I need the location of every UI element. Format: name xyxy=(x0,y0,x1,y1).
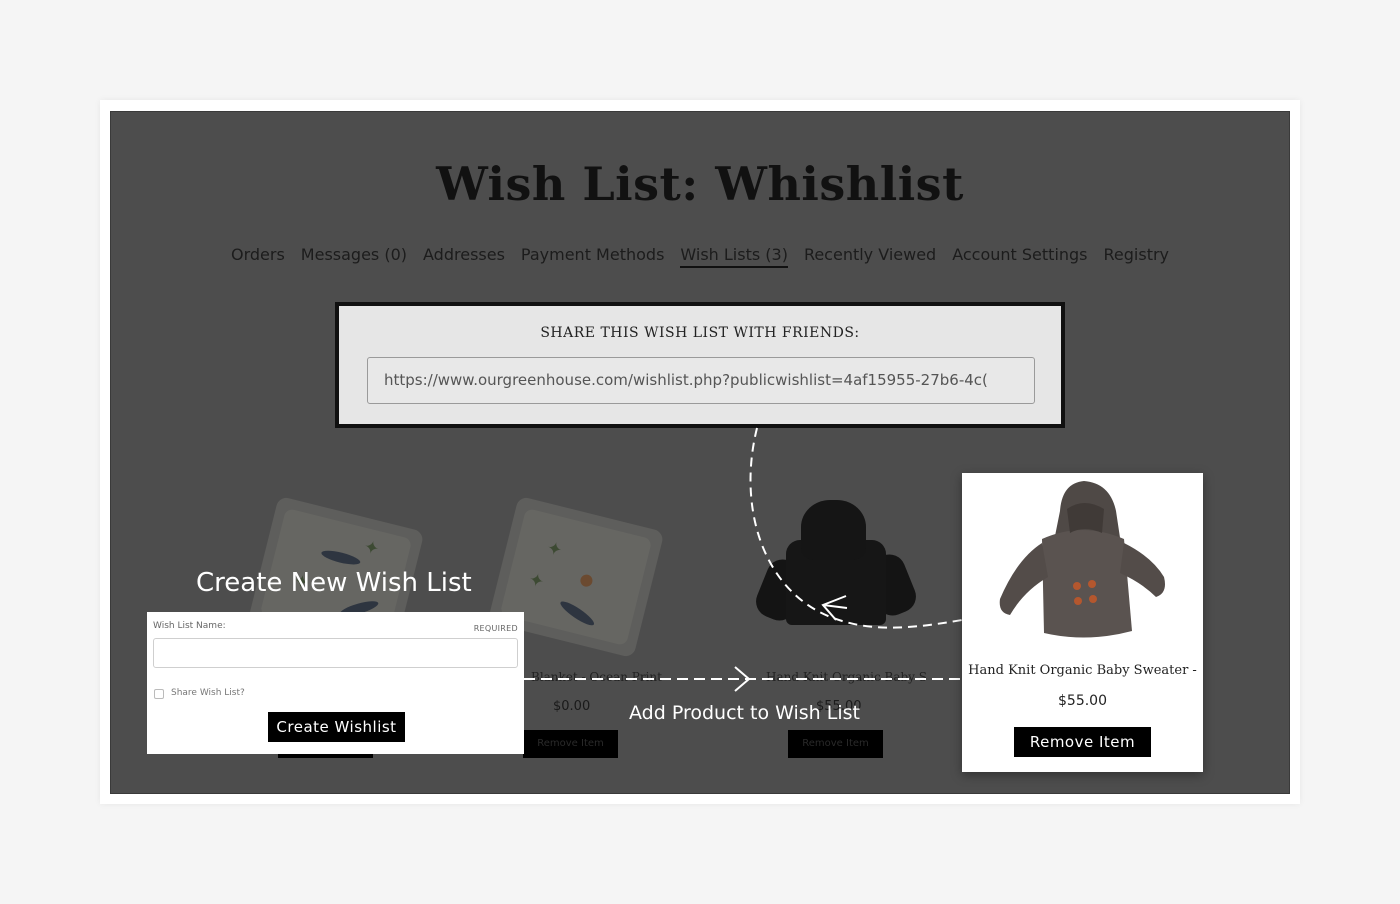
nav-item-messages[interactable]: Messages (0) xyxy=(301,245,407,268)
product-image-dark-sweater xyxy=(751,500,921,630)
remove-item-button[interactable]: Remove Item xyxy=(523,730,618,758)
product-image-sweater xyxy=(999,481,1165,638)
create-wishlist-heading: Create New Wish List xyxy=(196,568,472,598)
remove-item-button[interactable]: Remove Item xyxy=(788,730,883,758)
nav-item-account-settings[interactable]: Account Settings xyxy=(952,245,1087,268)
create-wishlist-form: Wish List Name: REQUIRED Share Wish List… xyxy=(147,612,524,754)
nav-item-recently-viewed[interactable]: Recently Viewed xyxy=(804,245,936,268)
nav-item-addresses[interactable]: Addresses xyxy=(423,245,505,268)
product-price: $55.00 xyxy=(1058,693,1107,709)
share-wishlist-checkbox[interactable] xyxy=(154,689,164,699)
nav-item-orders[interactable]: Orders xyxy=(231,245,285,268)
required-label: REQUIRED xyxy=(473,624,518,633)
product-price: $0.00 xyxy=(553,699,591,714)
share-url-field[interactable]: https://www.ourgreenhouse.com/wishlist.p… xyxy=(367,357,1035,404)
share-wishlist-label: Share Wish List? xyxy=(171,688,245,698)
nav-item-payment-methods[interactable]: Payment Methods xyxy=(521,245,664,268)
dim-product-title: Blanket - Ocean Print xyxy=(531,670,662,684)
share-wishlist-panel: SHARE THIS WISH LIST WITH FRIENDS: https… xyxy=(335,302,1065,428)
page-title: Wish List: Whishlist xyxy=(436,157,964,211)
nav-item-registry[interactable]: Registry xyxy=(1104,245,1170,268)
wishlist-name-label: Wish List Name: xyxy=(153,621,226,631)
highlighted-product-card: Hand Knit Organic Baby Sweater - $55.00 … xyxy=(962,473,1203,772)
remove-item-button[interactable]: Remove Item xyxy=(1014,727,1151,757)
share-heading: SHARE THIS WISH LIST WITH FRIENDS: xyxy=(540,325,860,341)
account-page-dimmed: Wish List: Whishlist Orders Messages (0)… xyxy=(110,111,1290,794)
account-nav: Orders Messages (0) Addresses Payment Me… xyxy=(111,245,1289,268)
wishlist-name-input[interactable] xyxy=(153,638,518,668)
add-product-label: Add Product to Wish List xyxy=(629,702,860,724)
product-title[interactable]: Hand Knit Organic Baby Sweater - xyxy=(962,663,1203,678)
nav-item-wish-lists[interactable]: Wish Lists (3) xyxy=(680,245,788,268)
create-wishlist-button[interactable]: Create Wishlist xyxy=(268,712,405,742)
dim-product-title: Hand Knit Organic Baby Sweater xyxy=(766,670,926,684)
arrowhead-icon xyxy=(734,666,751,692)
screenshot-frame: Wish List: Whishlist Orders Messages (0)… xyxy=(100,100,1300,804)
